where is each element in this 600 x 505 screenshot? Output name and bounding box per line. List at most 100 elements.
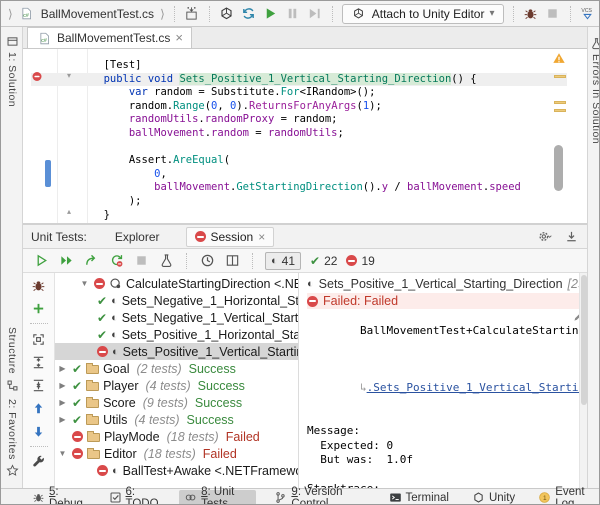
statusbar-item-todo[interactable]: 6: TODO xyxy=(104,490,167,505)
stop-tests-button[interactable] xyxy=(133,253,149,269)
failed-test-gutter-icon[interactable] xyxy=(31,70,43,82)
tab-session[interactable]: Session × xyxy=(186,227,275,247)
code-line: ballMovement.random = randomUtils; xyxy=(31,127,567,141)
pause-button[interactable] xyxy=(285,6,301,22)
success-icon: ✔ xyxy=(72,413,82,427)
fold-marker-icon[interactable]: ▾ xyxy=(67,71,71,80)
vcs-update-button[interactable]: VCS xyxy=(580,6,596,22)
test-tree-row[interactable]: ▶✔Player(4 tests)Success xyxy=(55,377,298,394)
warning-icon[interactable] xyxy=(552,51,566,65)
editor-scrollbar[interactable] xyxy=(554,145,563,191)
output-test-class: BallMovementTest+CalculateStartingDirect… xyxy=(307,310,587,367)
warning-stripe-mark[interactable] xyxy=(554,101,566,104)
errors-in-solution-label: Errors In Solution xyxy=(590,54,600,144)
run-button[interactable] xyxy=(263,6,279,22)
settings-wrench-icon[interactable] xyxy=(31,454,47,470)
new-session-icon[interactable] xyxy=(158,253,174,269)
test-tree-row[interactable]: ▶✔Utils(4 tests)Success xyxy=(55,411,298,428)
failed-icon xyxy=(72,448,83,459)
unity-attach-icon[interactable] xyxy=(219,6,235,22)
track-running-test-icon[interactable] xyxy=(31,331,47,347)
previous-failed-test-button[interactable] xyxy=(31,400,47,416)
tool-button-favorites[interactable]: 2: Favorites xyxy=(4,399,20,479)
statusbar-item-unity[interactable]: Unity xyxy=(467,490,520,505)
toggle-output-layout-icon[interactable] xyxy=(224,253,240,269)
code-line: randomUtils.randomProxy = random; xyxy=(31,113,567,127)
test-tree-row[interactable]: ✔◐Sets_Negative_1_Horizontal_Star xyxy=(55,292,298,309)
test-tree-row[interactable]: ◐Sets_Positive_1_Vertical_Starting xyxy=(55,343,298,360)
status-bar: 5: Debug 6: TODO 8: Unit Tests 9: Version C… xyxy=(1,488,600,505)
attach-to-unity-dropdown[interactable]: Attach to Unity Editor ▾ xyxy=(342,4,504,24)
success-icon: ✔ xyxy=(72,396,82,410)
tool-button-errors-in-solution[interactable]: Errors In Solution xyxy=(588,35,600,144)
repeat-run-button[interactable] xyxy=(83,253,99,269)
output-scrollbar[interactable] xyxy=(579,273,587,488)
code-editor[interactable]: [Test] public void Sets_Positive_1_Verti… xyxy=(23,49,587,223)
statusbar-item-unit-tests[interactable]: 8: Unit Tests xyxy=(179,490,256,505)
test-tree-row[interactable]: ✔◐Sets_Positive_1_Horizontal_Starti xyxy=(55,326,298,343)
counter-failed[interactable]: 19 xyxy=(346,254,374,268)
wrap-arrow-icon: ↳ xyxy=(360,381,367,394)
step-button[interactable] xyxy=(307,6,323,22)
tool-button-solution[interactable]: 1: Solution xyxy=(4,33,20,107)
counter-passed[interactable]: ✔ 22 xyxy=(310,254,337,268)
run-all-tests-button[interactable] xyxy=(58,253,74,269)
chevron-right-icon[interactable]: ▶ xyxy=(57,398,68,407)
fold-marker-icon[interactable]: ▴ xyxy=(67,207,71,216)
test-tree-row[interactable]: ▶✔Score(9 tests)Success xyxy=(55,394,298,411)
chevron-down-icon[interactable]: ▼ xyxy=(79,279,90,288)
chevron-down-icon[interactable]: ▼ xyxy=(57,449,68,458)
statusbar-item-debug[interactable]: 5: Debug xyxy=(27,490,91,505)
test-tree-row[interactable]: ◐BallTest+Awake <.NETFramework-v xyxy=(55,462,298,479)
debug-tests-button[interactable] xyxy=(31,277,47,293)
collapse-all-icon[interactable] xyxy=(31,377,47,393)
main-toolbar: ⟩ c# BallMovementTest.cs ⟩ Attach to Uni… xyxy=(1,1,600,27)
test-result: Success xyxy=(198,379,245,393)
test-duration-icon[interactable] xyxy=(199,253,215,269)
expand-all-icon[interactable] xyxy=(31,354,47,370)
next-failed-test-button[interactable] xyxy=(31,423,47,439)
hide-panel-icon[interactable] xyxy=(563,229,579,245)
event-icon: 1 xyxy=(538,491,551,504)
folder-icon xyxy=(87,450,100,459)
counter-total[interactable]: ◐ 41 xyxy=(265,252,301,270)
stop-button[interactable] xyxy=(545,6,561,22)
test-tree-row[interactable]: ✔◐Sets_Negative_1_Vertical_Starting xyxy=(55,309,298,326)
test-tree-row[interactable]: PlayMode(18 tests)Failed xyxy=(55,428,298,445)
tab-explorer[interactable]: Explorer xyxy=(109,227,166,247)
warning-stripe-mark[interactable] xyxy=(554,109,566,112)
test-tree-row[interactable]: ▼Editor(18 tests)Failed xyxy=(55,445,298,462)
breadcrumb[interactable]: BallMovementTest.cs xyxy=(41,7,154,21)
chevron-right-icon[interactable]: ▶ xyxy=(57,381,68,390)
gear-icon[interactable] xyxy=(537,229,553,245)
right-tool-stripe: Errors In Solution xyxy=(587,27,600,488)
test-tree-row[interactable]: ▶✔Goal(2 tests)Success xyxy=(55,360,298,377)
run-test-button[interactable] xyxy=(33,253,49,269)
test-node-label: CalculateStartingDirection <.NETFra xyxy=(126,277,298,291)
code-line: 0, xyxy=(31,168,567,182)
refresh-icon[interactable] xyxy=(241,6,257,22)
breadcrumb-chevron-icon: ⟩ xyxy=(160,7,165,21)
add-session-button[interactable] xyxy=(31,300,47,316)
rerun-failed-tests-button[interactable] xyxy=(108,253,124,269)
close-icon[interactable]: × xyxy=(258,230,265,244)
warning-stripe-mark[interactable] xyxy=(554,75,566,78)
test-count: (18 tests) xyxy=(167,430,219,444)
statusbar-item-terminal[interactable]: Terminal xyxy=(384,490,454,505)
test-tree: ▼CalculateStartingDirection <.NETFra✔◐Se… xyxy=(55,273,298,488)
chevron-right-icon[interactable]: ▶ xyxy=(57,415,68,424)
failed-icon xyxy=(94,278,105,289)
test-tree-row[interactable]: ▼ CalculateStartingDirection <.NETFra xyxy=(55,275,298,292)
install-package-icon[interactable] xyxy=(184,6,200,22)
statusbar-item-event-log[interactable]: 1Event Log xyxy=(533,490,600,505)
structure-label: Structure xyxy=(6,327,18,374)
tool-button-structure[interactable]: Structure xyxy=(4,327,20,393)
chevron-right-icon[interactable]: ▶ xyxy=(57,364,68,373)
failed-icon xyxy=(195,231,206,242)
statusbar-item-label: Terminal xyxy=(406,492,449,504)
close-icon[interactable]: × xyxy=(175,33,183,43)
tab-ballmovementtest[interactable]: c# BallMovementTest.cs × xyxy=(27,27,192,48)
debug-button[interactable] xyxy=(523,6,539,22)
test-method-link[interactable]: .Sets_Positive_1_Vertical_Starting_Direc… xyxy=(367,381,587,394)
statusbar-item-version-control[interactable]: 9: Version Control xyxy=(269,490,370,505)
